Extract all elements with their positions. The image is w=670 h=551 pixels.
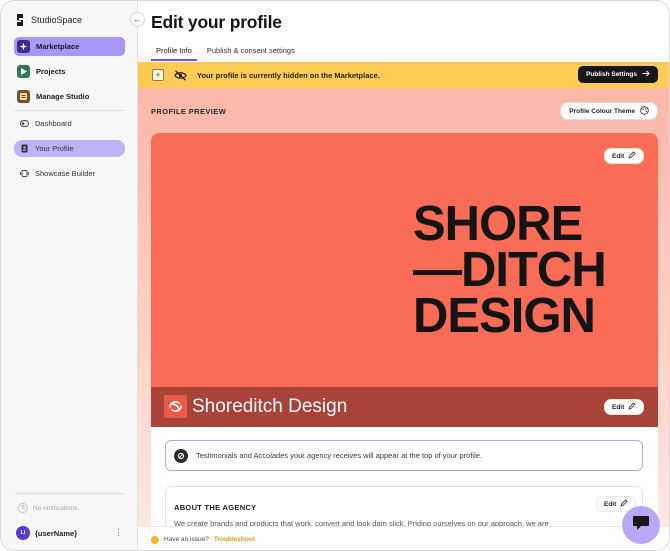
publish-settings-label: Publish Settings (586, 71, 637, 78)
add-button[interactable]: + (152, 69, 164, 81)
showcase-icon (20, 169, 29, 178)
tab-bar: Profile Info Publish & consent settings (151, 46, 300, 61)
about-heading: ABOUT THE AGENCY (174, 503, 257, 512)
notification-label: No notifications. (33, 504, 80, 512)
testimonials-notice: Testimonials and Accolades your agency r… (165, 440, 643, 471)
troubleshoot-link[interactable]: Troubleshoot (214, 536, 255, 543)
hero-logo-line: —DITCH (413, 243, 607, 297)
sidebar-item-dashboard[interactable]: Dashboard (14, 115, 125, 132)
sidebar-item-label: Marketplace (36, 42, 80, 51)
sidebar-item-your-profile[interactable]: Your Profile (14, 140, 125, 157)
issue-text: Have an issue? (164, 536, 209, 543)
studio-logo-icon (164, 395, 187, 418)
sidebar: StudioSpace Marketplace Projects Manage … (1, 1, 138, 550)
preview-heading: PROFILE PREVIEW (151, 107, 227, 116)
edit-label: Edit (604, 500, 617, 508)
secondary-nav: Dashboard Your Profile Showcase Builder (14, 115, 125, 190)
theme-button-label: Profile Colour Theme (569, 107, 635, 115)
pencil-icon (628, 151, 636, 161)
chat-icon (632, 515, 650, 536)
more-vertical-icon[interactable]: ⋮ (114, 528, 123, 537)
divider (14, 493, 125, 494)
edit-hero-button[interactable]: Edit (604, 148, 645, 164)
pencil-icon (628, 402, 636, 412)
app-window: StudioSpace Marketplace Projects Manage … (0, 0, 670, 551)
collapse-sidebar-button[interactable]: ← (130, 12, 145, 27)
projects-icon (17, 65, 30, 78)
hero-logo-line: SHORE (413, 197, 583, 251)
sidebar-item-label: Showcase Builder (35, 169, 96, 178)
brand[interactable]: StudioSpace (15, 11, 82, 29)
user-profile[interactable]: LI {userName} (16, 526, 77, 540)
sidebar-item-label: Your Profile (35, 144, 74, 153)
profile-card: SHORE —DITCH DESIGN Edit Shoreditch Desi… (151, 133, 658, 550)
main-content: Edit your profile Profile Info Publish &… (138, 1, 669, 550)
hero-logo-text: SHORE —DITCH DESIGN (413, 197, 607, 343)
profile-colour-theme-button[interactable]: Profile Colour Theme (560, 102, 658, 120)
pencil-icon (620, 499, 628, 509)
studio-name: Shoreditch Design (192, 396, 348, 417)
visibility-banner: + Your profile is currently hidden on th… (138, 62, 669, 88)
notifications[interactable]: 0 No notifications. (18, 503, 79, 513)
hero-logo-line: DESIGN (413, 289, 596, 343)
sidebar-item-manage-studio[interactable]: Manage Studio (14, 87, 125, 106)
avatar: LI (16, 526, 30, 540)
sidebar-item-showcase-builder[interactable]: Showcase Builder (14, 165, 125, 182)
edit-label: Edit (612, 152, 625, 160)
chat-button[interactable] (622, 506, 660, 544)
profile-icon (20, 144, 29, 153)
tab-publish-consent[interactable]: Publish & consent settings (202, 46, 300, 61)
primary-nav: Marketplace Projects Manage Studio (14, 37, 125, 112)
dashboard-icon (20, 119, 29, 128)
profile-preview-area: PROFILE PREVIEW Profile Colour Theme SHO… (138, 88, 669, 550)
sidebar-item-projects[interactable]: Projects (14, 62, 125, 81)
warning-icon (151, 535, 159, 544)
edit-label: Edit (612, 403, 625, 411)
divider (14, 110, 125, 111)
info-icon (174, 448, 188, 463)
hero-banner: SHORE —DITCH DESIGN Edit (151, 133, 658, 387)
user-name: {userName} (35, 528, 78, 538)
studiospace-logo-icon (17, 14, 23, 26)
footer-bar: Have an issue? Troubleshoot (138, 526, 669, 550)
publish-settings-button[interactable]: Publish Settings (578, 66, 658, 83)
edit-name-button[interactable]: Edit (604, 399, 645, 415)
marketplace-icon (17, 40, 30, 53)
page-title: Edit your profile (151, 12, 282, 32)
notification-count: 0 (18, 503, 28, 513)
app-name: StudioSpace (31, 15, 83, 25)
manage-studio-icon (17, 90, 30, 103)
studio-name-bar: Shoreditch Design Edit (151, 387, 658, 427)
sidebar-item-marketplace[interactable]: Marketplace (14, 37, 125, 56)
sidebar-item-label: Dashboard (35, 119, 72, 128)
sidebar-item-label: Projects (36, 67, 66, 76)
arrow-left-icon: ← (133, 15, 142, 24)
arrow-right-icon (642, 70, 650, 79)
banner-message: Your profile is currently hidden on the … (197, 70, 380, 80)
notice-text: Testimonials and Accolades your agency r… (196, 451, 482, 460)
palette-icon (640, 105, 649, 117)
sidebar-item-label: Manage Studio (36, 92, 90, 101)
tab-profile-info[interactable]: Profile Info (151, 46, 197, 61)
eye-off-icon (174, 69, 187, 82)
